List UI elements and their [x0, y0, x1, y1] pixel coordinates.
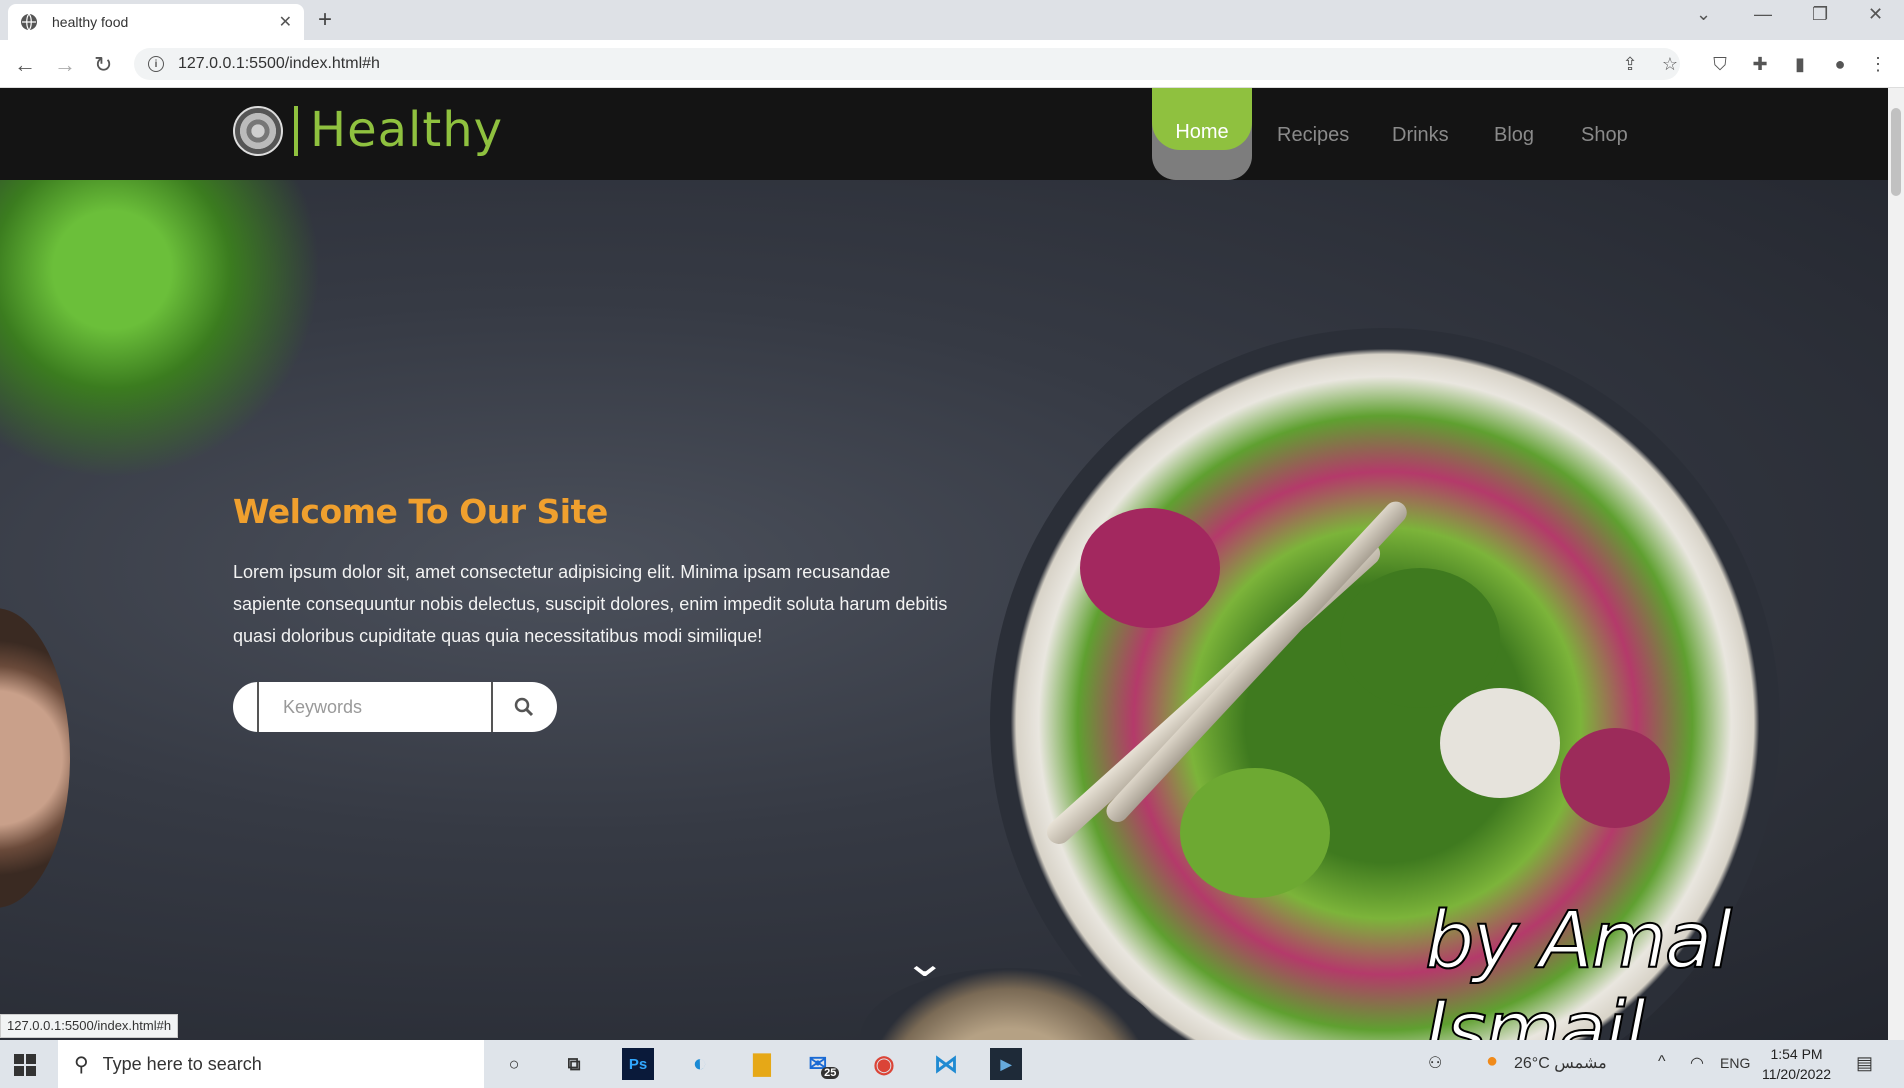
back-icon[interactable]: ← — [14, 52, 36, 78]
task-view-icon[interactable]: ⧉ — [558, 1048, 590, 1080]
taskbar-search[interactable]: ⚲ Type here to search — [58, 1040, 484, 1088]
share-icon[interactable]: ⇪ — [1618, 52, 1642, 76]
extensions-icon[interactable]: ✚ — [1748, 52, 1772, 76]
chrome-icon[interactable]: ◉ — [868, 1048, 900, 1080]
edge-icon[interactable]: ◐ — [684, 1048, 716, 1080]
side-panel-icon[interactable]: ▮ — [1788, 52, 1812, 76]
tab-search-icon[interactable]: ⌄ — [1696, 4, 1711, 25]
restore-button[interactable]: ❐ — [1812, 4, 1828, 25]
hero-title: Welcome To Our Site — [233, 492, 608, 531]
tray-chevron-icon[interactable]: ^ — [1658, 1053, 1666, 1071]
bookmark-star-icon[interactable]: ☆ — [1658, 52, 1682, 76]
notifications-icon[interactable]: ▤ — [1856, 1053, 1873, 1074]
search-icon — [514, 697, 534, 717]
app-icon[interactable]: ▶ — [990, 1048, 1022, 1080]
nav-drinks[interactable]: Drinks — [1392, 124, 1449, 147]
mail-icon[interactable]: ✉ 25 — [808, 1048, 840, 1080]
close-tab-icon[interactable]: ✕ — [279, 12, 292, 32]
browser-tab-bar: healthy food ✕ + ⌄ — ❐ ✕ — [0, 0, 1904, 40]
nav-shop[interactable]: Shop — [1581, 124, 1628, 147]
clock-time: 1:54 PM — [1770, 1046, 1823, 1062]
clock-date: 11/20/2022 — [1762, 1066, 1832, 1082]
photoshop-icon[interactable]: Ps — [622, 1048, 654, 1080]
reload-icon[interactable]: ↻ — [94, 52, 112, 78]
greens-image — [1180, 768, 1330, 898]
taskbar-clock[interactable]: 1:54 PM 11/20/2022 — [1762, 1044, 1831, 1084]
nav-blog[interactable]: Blog — [1494, 124, 1534, 147]
page-scrollbar[interactable] — [1888, 88, 1904, 1040]
profile-avatar[interactable]: ● — [1828, 52, 1852, 76]
broccoli-image — [1340, 568, 1500, 708]
logo-icon[interactable] — [233, 106, 283, 156]
site-info-icon[interactable]: i — [148, 56, 164, 72]
tab-title: healthy food — [52, 14, 129, 30]
cortana-icon[interactable]: ○ — [498, 1048, 530, 1080]
rice-ball-image — [1440, 688, 1560, 798]
windows-taskbar: ⚲ Type here to search ○ ⧉ Ps ◐ ▇ ✉ 25 ◉ ⋈… — [0, 1040, 1904, 1088]
menu-icon[interactable]: ⋮ — [1866, 52, 1890, 76]
forward-icon[interactable]: → — [54, 52, 76, 78]
scrollbar-thumb[interactable] — [1891, 108, 1901, 196]
windows-start-icon[interactable] — [14, 1054, 36, 1076]
nav-home[interactable]: Home — [1152, 88, 1252, 180]
taskbar-search-icon: ⚲ — [74, 1053, 89, 1076]
weather-text[interactable]: 26°C مشمس — [1514, 1053, 1607, 1073]
hero-text: Lorem ipsum dolor sit, amet consectetur … — [233, 562, 948, 646]
taskbar-search-text: Type here to search — [102, 1053, 262, 1074]
mail-badge: 25 — [821, 1067, 840, 1079]
close-window-button[interactable]: ✕ — [1868, 4, 1883, 25]
nav-recipes[interactable]: Recipes — [1277, 124, 1349, 147]
logo-divider — [294, 106, 298, 156]
watermark-text: by Amal Ismail — [1424, 895, 1733, 1040]
webpage: Healthy Home Recipes Drinks Blog Shop We… — [0, 88, 1888, 1040]
weather-sun-icon[interactable]: ● — [1486, 1050, 1498, 1073]
cabbage-image — [1560, 728, 1670, 828]
search-bar — [233, 682, 557, 732]
globe-icon — [21, 13, 37, 31]
wifi-icon[interactable]: ◠ — [1690, 1053, 1704, 1073]
logo-text[interactable]: Healthy — [310, 102, 503, 158]
new-tab-button[interactable]: + — [318, 6, 332, 34]
minimize-button[interactable]: — — [1754, 4, 1772, 25]
people-icon[interactable]: ⚇ — [1428, 1053, 1442, 1073]
search-input[interactable] — [259, 682, 491, 732]
nav-home-label[interactable]: Home — [1152, 88, 1252, 150]
address-bar[interactable]: i 127.0.0.1:5500/index.html#h — [134, 48, 1680, 80]
radicchio-image — [1080, 508, 1220, 628]
scroll-down-chevron-icon[interactable]: ⌄ — [903, 940, 947, 986]
browser-tab[interactable]: healthy food ✕ — [8, 4, 304, 40]
language-indicator[interactable]: ENG — [1720, 1055, 1750, 1071]
shield-icon[interactable]: ⛉ — [1708, 52, 1732, 76]
file-explorer-icon[interactable]: ▇ — [746, 1048, 778, 1080]
url-text: 127.0.0.1:5500/index.html#h — [178, 55, 380, 72]
vscode-icon[interactable]: ⋈ — [930, 1048, 962, 1080]
status-bar-url: 127.0.0.1:5500/index.html#h — [0, 1014, 179, 1038]
search-left-cap — [233, 682, 259, 732]
search-button[interactable] — [491, 682, 555, 732]
site-header: Healthy Home Recipes Drinks Blog Shop — [0, 88, 1888, 180]
